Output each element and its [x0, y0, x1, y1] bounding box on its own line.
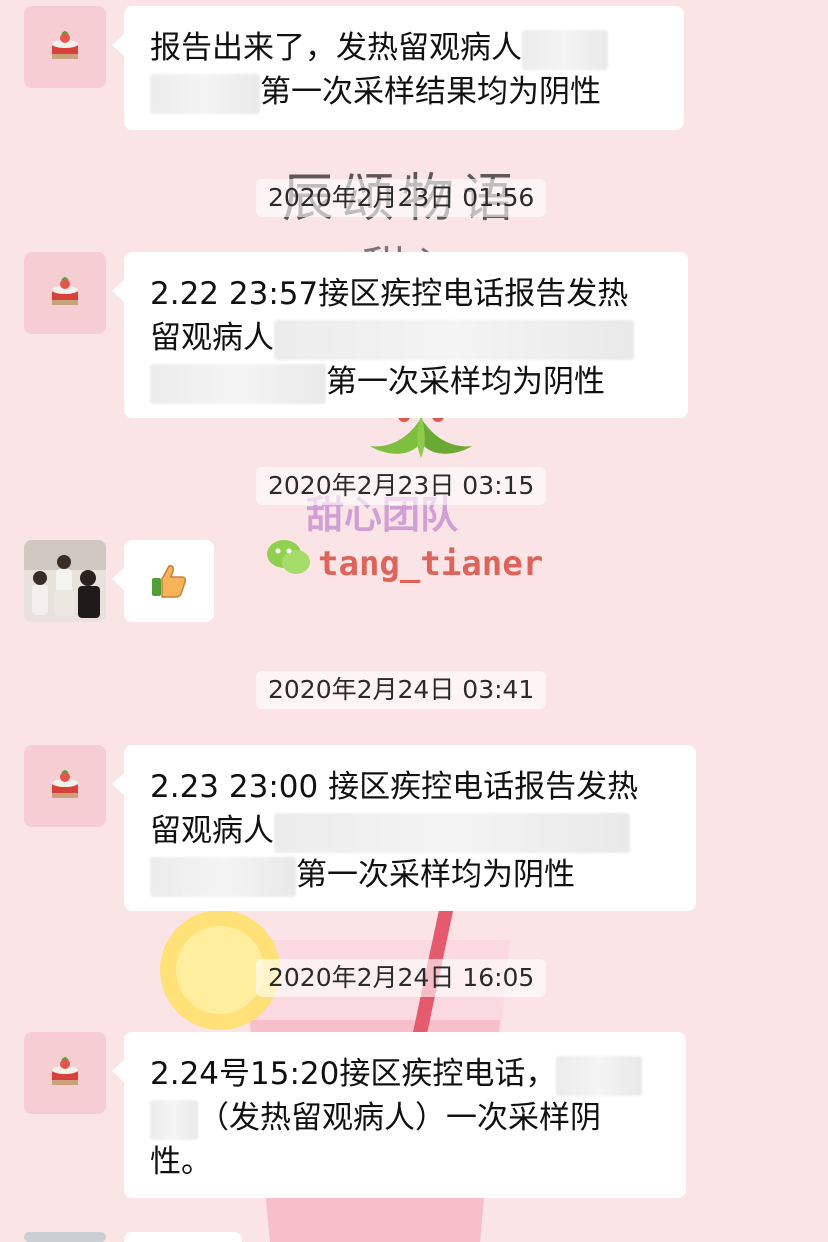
- message-bubble[interactable]: 报告出来了，发热留观病人 第一次采样结果均为阴性: [112, 6, 684, 130]
- wechat-icon: [267, 540, 310, 574]
- message-text: （发热留观病人）一次采样阴: [198, 1100, 601, 1136]
- sender-avatar[interactable]: [24, 1032, 106, 1114]
- message-bubble[interactable]: 2.24号15:20接区疾控电话， （发热留观病人）一次采样阴 性。: [112, 1032, 686, 1198]
- redacted-text: [274, 319, 634, 360]
- message-text: 性。: [150, 1144, 212, 1180]
- message-text: 2.23 23:00 接区疾控电话报告发热: [150, 769, 639, 805]
- strawberry-cake-icon: [52, 1056, 78, 1085]
- message-text: 第一次采样结果均为阴性: [260, 74, 601, 110]
- strawberry-cake-icon: [52, 276, 78, 305]
- redacted-text: [150, 73, 260, 114]
- message-bubble[interactable]: 2.22 23:57接区疾控电话报告发热 留观病人 第一次采样均为阴性: [112, 252, 688, 418]
- redacted-text: [556, 1055, 643, 1096]
- timestamp: 2020年2月23日 01:56: [256, 179, 547, 217]
- message-text: 2.24号15:20接区疾控电话，: [150, 1056, 557, 1092]
- leaves-icon: [370, 412, 472, 458]
- family-photo-avatar[interactable]: [24, 540, 106, 622]
- redacted-text: [150, 1099, 198, 1140]
- message-text: 第一次采样均为阴性: [296, 857, 575, 893]
- sender-avatar[interactable]: [24, 745, 106, 827]
- wallpaper-handle: tang_tianer: [318, 544, 544, 584]
- timestamp: 2020年2月24日 16:05: [256, 959, 547, 997]
- message-text: 第一次采样均为阴性: [326, 364, 605, 400]
- timestamp: 2020年2月24日 03:41: [256, 671, 547, 709]
- message-text: 报告出来了，发热留观病人: [150, 30, 522, 66]
- timestamp: 2020年2月23日 03:15: [256, 467, 547, 505]
- redacted-text: [274, 812, 630, 853]
- message-bubble[interactable]: [124, 1232, 242, 1242]
- message-text: 2.22 23:57接区疾控电话报告发热: [150, 276, 629, 312]
- message-bubble[interactable]: [112, 540, 214, 622]
- message-text: 留观病人: [150, 320, 274, 356]
- strawberry-cake-icon: [52, 30, 78, 59]
- sender-avatar[interactable]: [24, 1232, 106, 1242]
- redacted-text: [522, 29, 608, 70]
- thumbs-up-icon: [152, 565, 187, 598]
- message-bubble[interactable]: 2.23 23:00 接区疾控电话报告发热 留观病人 第一次采样均为阴性: [112, 745, 696, 911]
- sender-avatar[interactable]: [24, 6, 106, 88]
- strawberry-cake-icon: [52, 769, 78, 798]
- message-text: 留观病人: [150, 813, 274, 849]
- redacted-text: [150, 363, 326, 404]
- redacted-text: [150, 856, 296, 897]
- sender-avatar[interactable]: [24, 252, 106, 334]
